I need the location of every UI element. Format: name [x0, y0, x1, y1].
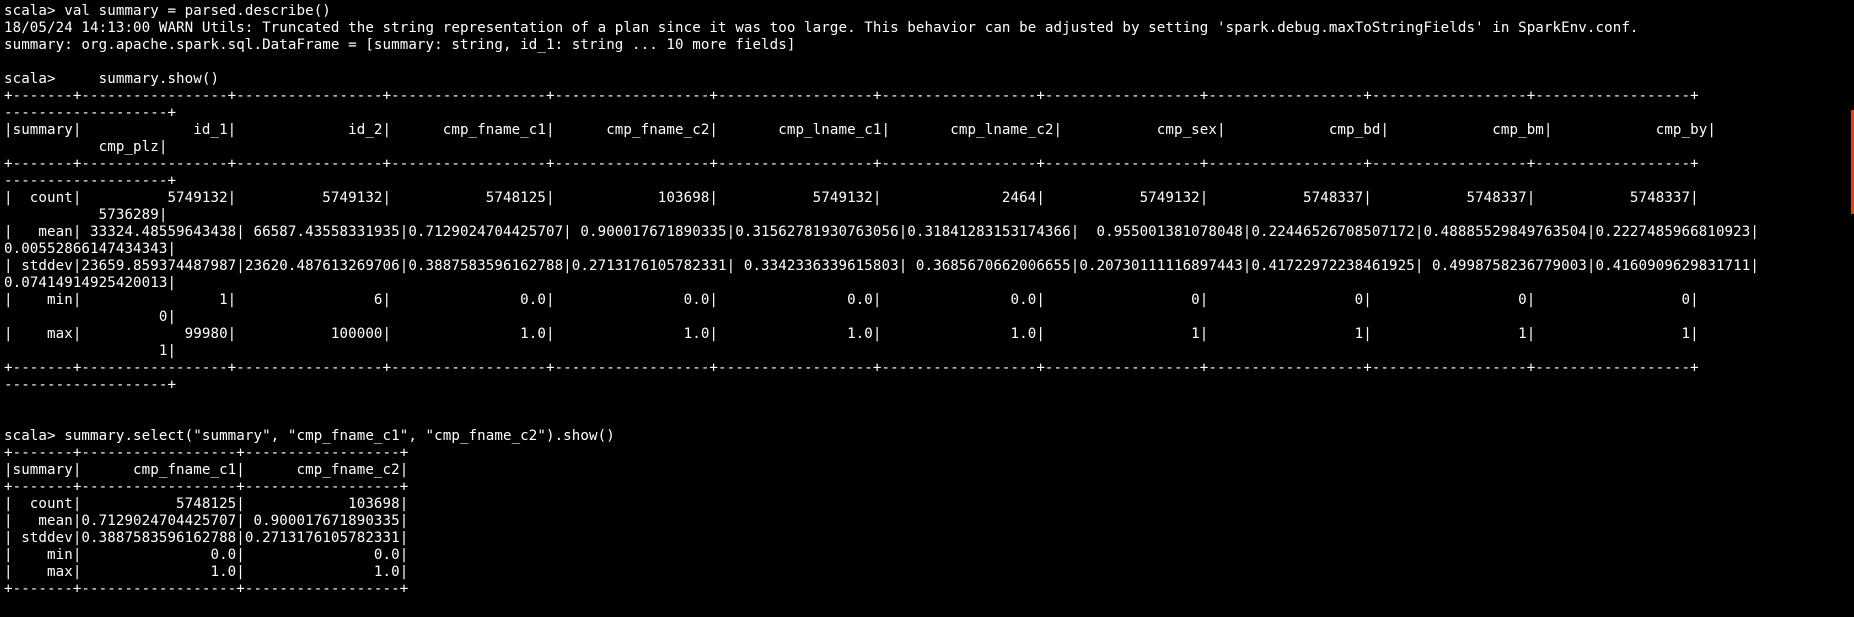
- table-row-line: | count| 5749132| 5749132| 5748125| 1036…: [4, 190, 1699, 206]
- table-border-line: +-------+------------------+------------…: [4, 445, 409, 461]
- table-row-line: | mean|0.7129024704425707| 0.90001767189…: [4, 513, 409, 529]
- table-row-line: | mean| 33324.48559643438| 66587.4355833…: [4, 224, 1759, 240]
- table-border-line: -------------------+: [4, 377, 177, 393]
- table-row-line: | min| 0.0| 0.0|: [4, 547, 409, 563]
- table-row-line: | max| 99980| 100000| 1.0| 1.0| 1.0| 1.0…: [4, 326, 1699, 342]
- table-row-line: |summary| id_1| id_2| cmp_fname_c1| cmp_…: [4, 122, 1716, 138]
- terminal-line: summary: org.apache.spark.sql.DataFrame …: [4, 37, 796, 53]
- table-border-line: -------------------+: [4, 105, 177, 121]
- terminal-line: cmp_plz|: [4, 139, 168, 155]
- table-row-line: | count| 5748125| 103698|: [4, 496, 409, 512]
- table-border-line: +-------+------------------+------------…: [4, 581, 409, 597]
- terminal-line: 0.00552866147434343|: [4, 241, 177, 257]
- table-row-line: | stddev|23659.859374487987|23620.487613…: [4, 258, 1759, 274]
- table-border-line: +-------+-----------------+-------------…: [4, 360, 1699, 376]
- prompt-line: scala> summary.select("summary", "cmp_fn…: [4, 428, 615, 444]
- table-border-line: +-------+------------------+------------…: [4, 479, 409, 495]
- prompt-line: scala> summary.show(): [4, 71, 220, 87]
- prompt-line: scala> val summary = parsed.describe(): [4, 3, 331, 19]
- table-border-line: -------------------+: [4, 173, 177, 189]
- table-row-line: | max| 1.0| 1.0|: [4, 564, 409, 580]
- terminal-line: 5736289|: [4, 207, 168, 223]
- table-border-line: +-------+-----------------+-------------…: [4, 156, 1699, 172]
- terminal-output[interactable]: scala> val summary = parsed.describe() 18…: [4, 3, 1854, 598]
- table-row-line: |summary| cmp_fname_c1| cmp_fname_c2|: [4, 462, 409, 478]
- table-border-line: +-------+-----------------+-------------…: [4, 88, 1699, 104]
- table-row-line: | min| 1| 6| 0.0| 0.0| 0.0| 0.0| 0| 0| 0…: [4, 292, 1699, 308]
- table-row-line: | stddev|0.3887583596162788|0.2713176105…: [4, 530, 409, 546]
- terminal-line: 18/05/24 14:13:00 WARN Utils: Truncated …: [4, 20, 1639, 36]
- terminal-line: 1|: [4, 343, 177, 359]
- terminal-line: 0.07414914925420013|: [4, 275, 177, 291]
- terminal-line: 0|: [4, 309, 177, 325]
- terminal-window[interactable]: scala> val summary = parsed.describe() 18…: [0, 0, 1854, 617]
